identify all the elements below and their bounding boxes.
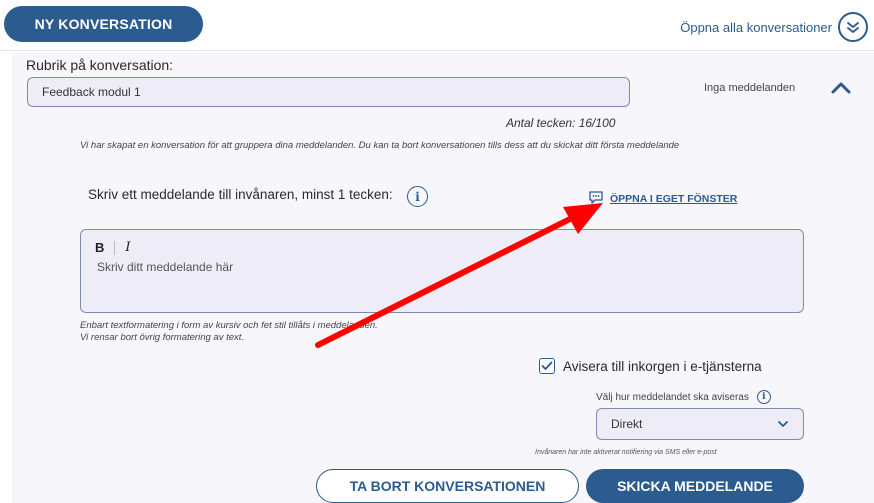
sms-note: Invånaren har inte aktiverat notifiering… xyxy=(535,449,717,456)
chevron-down-icon xyxy=(777,417,789,431)
conversation-info-text: Vi har skapat en konversation för att gr… xyxy=(80,140,680,151)
message-label: Skriv ett meddelande till invånaren, min… xyxy=(88,187,393,202)
info-icon[interactable]: i xyxy=(756,390,771,404)
message-editor[interactable]: B I Skriv ditt meddelande här xyxy=(80,229,804,313)
conversation-status: Inga meddelanden xyxy=(704,82,796,94)
notify-method-label-row: Välj hur meddelandet ska aviseras i xyxy=(596,390,771,404)
notify-method-select[interactable]: Direkt xyxy=(596,408,804,440)
chevron-up-icon[interactable] xyxy=(830,80,852,101)
notify-method-value: Direkt xyxy=(611,417,643,431)
subject-label: Rubrik på konversation: xyxy=(26,57,174,73)
open-in-window-link[interactable]: ÖPPNA I EGET FÖNSTER xyxy=(588,190,737,207)
delete-conversation-button[interactable]: TA BORT KONVERSATIONEN xyxy=(316,469,579,503)
char-count: Antal tecken: 16/100 xyxy=(506,116,616,130)
italic-button[interactable]: I xyxy=(125,240,130,255)
chevron-double-down-icon[interactable] xyxy=(838,12,868,42)
subject-input[interactable]: Feedback modul 1 xyxy=(27,77,630,107)
open-all-label: Öppna alla konversationer xyxy=(680,19,832,35)
format-note-line2: Vi rensar bort övrig formatering av text… xyxy=(80,332,245,343)
header-divider xyxy=(0,50,874,51)
format-note: Enbart textformatering i form av kursiv … xyxy=(80,320,378,344)
check-icon xyxy=(541,361,553,370)
notify-checkbox-label: Avisera till inkorgen i e-tjänsterna xyxy=(563,358,762,374)
format-note-line1: Enbart textformatering i form av kursiv … xyxy=(80,320,378,331)
notify-method-label: Välj hur meddelandet ska aviseras xyxy=(596,391,749,403)
open-in-window-label: ÖPPNA I EGET FÖNSTER xyxy=(610,192,738,205)
notify-checkbox[interactable] xyxy=(539,358,555,374)
toolbar-divider xyxy=(114,240,116,255)
open-all-conversations[interactable]: Öppna alla konversationer xyxy=(680,12,868,42)
chat-bubble-icon xyxy=(588,190,604,207)
editor-toolbar: B I xyxy=(95,240,131,255)
send-message-button[interactable]: SKICKA MEDDELANDE xyxy=(586,469,804,503)
bold-button[interactable]: B xyxy=(95,240,104,255)
notify-checkbox-row[interactable]: Avisera till inkorgen i e-tjänsterna xyxy=(539,358,762,374)
new-conversation-button[interactable]: NY KONVERSATION xyxy=(4,6,203,42)
message-placeholder: Skriv ditt meddelande här xyxy=(97,260,234,274)
info-icon[interactable]: i xyxy=(407,186,428,207)
